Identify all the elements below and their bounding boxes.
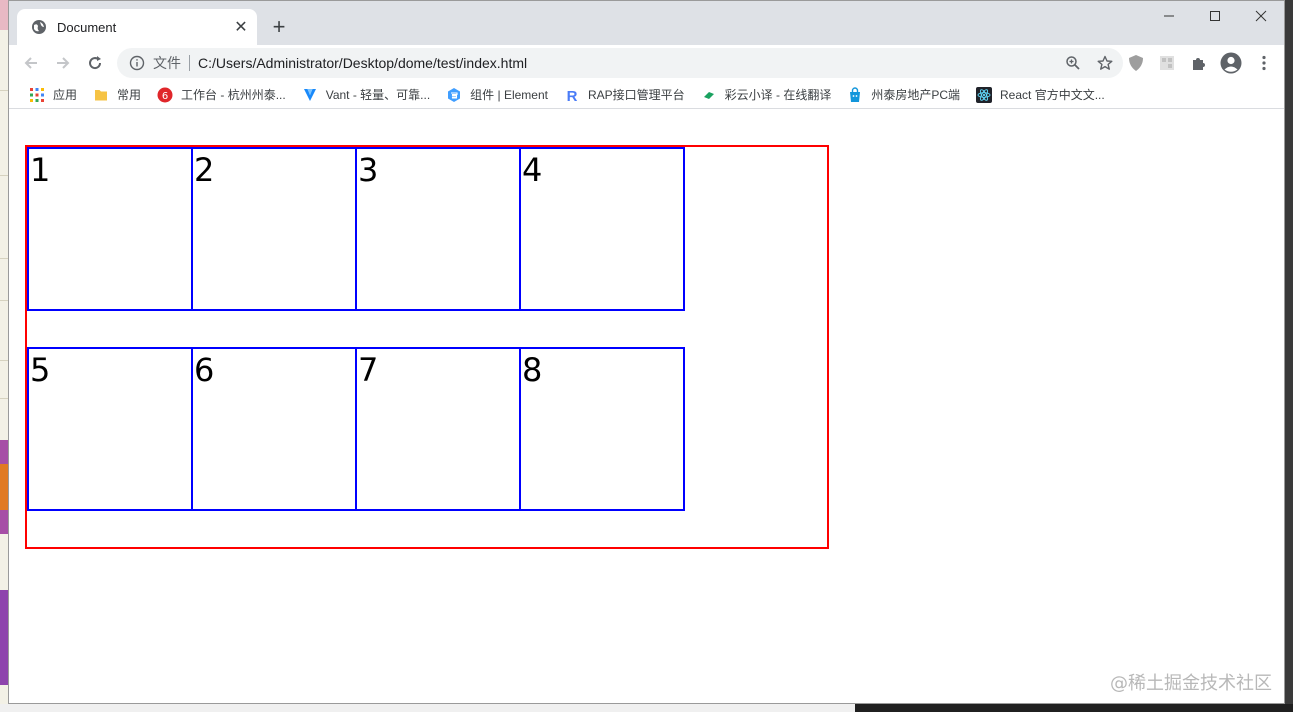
close-window-button[interactable] bbox=[1238, 1, 1284, 31]
bookmark-element[interactable]: 组件 | Element bbox=[438, 83, 556, 107]
reload-button[interactable] bbox=[81, 49, 109, 77]
bookmark-label: Vant - 轻量、可靠... bbox=[325, 88, 431, 102]
menu-kebab-icon[interactable] bbox=[1250, 49, 1278, 77]
new-tab-button[interactable]: + bbox=[267, 14, 291, 39]
background-window-edge bbox=[0, 0, 8, 712]
zoom-icon[interactable] bbox=[1059, 49, 1087, 77]
qr-extension-icon[interactable] bbox=[1153, 49, 1181, 77]
react-icon bbox=[976, 86, 993, 103]
bookmark-label: 彩云小译 - 在线翻译 bbox=[724, 88, 832, 102]
profile-avatar-icon[interactable] bbox=[1217, 49, 1245, 77]
bookmark-label: React 官方中文文... bbox=[1000, 88, 1105, 102]
bookmark-workbench[interactable]: 6 工作台 - 杭州州泰... bbox=[149, 83, 294, 107]
shield-extension-icon[interactable] bbox=[1122, 49, 1150, 77]
tab-title: Document bbox=[57, 19, 117, 35]
grid-cell-2: 2 bbox=[191, 147, 357, 311]
bookmark-label: 常用 bbox=[117, 88, 142, 102]
svg-text:6: 6 bbox=[162, 91, 168, 102]
maximize-button[interactable] bbox=[1192, 1, 1238, 31]
bookmarks-bar: 应用 常用 6 工作台 - 杭州州泰... Vant - 轻量、可靠... 组件… bbox=[9, 81, 1284, 109]
cell-number: 4 bbox=[522, 151, 543, 189]
browser-window: Document ✕ + 文件 C:/Users/Administrator/D… bbox=[8, 0, 1285, 704]
close-tab-icon[interactable]: ✕ bbox=[231, 17, 251, 37]
bookmark-zhoutai[interactable]: 州泰房地产PC端 bbox=[839, 83, 968, 107]
cell-number: 1 bbox=[30, 151, 51, 189]
bookmark-label: 组件 | Element bbox=[470, 88, 548, 102]
folder-icon bbox=[93, 87, 109, 103]
grid-cell-1: 1 bbox=[27, 147, 193, 311]
rap-icon: R bbox=[564, 87, 580, 103]
grid-cell-3: 3 bbox=[355, 147, 521, 311]
tab-strip: Document ✕ + bbox=[9, 1, 1284, 45]
taskbar-edge bbox=[0, 704, 1293, 712]
cell-number: 5 bbox=[30, 351, 51, 389]
workbench-icon: 6 bbox=[157, 87, 173, 103]
minimize-button[interactable] bbox=[1146, 1, 1192, 31]
address-divider bbox=[189, 55, 190, 71]
bookmark-star-icon[interactable] bbox=[1091, 49, 1119, 77]
scheme-label: 文件 bbox=[153, 55, 181, 71]
grid-cell-6: 6 bbox=[191, 347, 357, 511]
url-text[interactable]: C:/Users/Administrator/Desktop/dome/test… bbox=[198, 55, 1059, 71]
bookmark-caiyun[interactable]: 彩云小译 - 在线翻译 bbox=[693, 83, 840, 107]
bookmark-rap[interactable]: R RAP接口管理平台 bbox=[556, 83, 693, 107]
flex-container: 1 2 3 4 5 6 7 8 bbox=[25, 145, 829, 549]
page-content: 1 2 3 4 5 6 7 8 @稀土掘金技术社区 bbox=[9, 112, 1284, 703]
toolbar: 文件 C:/Users/Administrator/Desktop/dome/t… bbox=[9, 45, 1284, 79]
grid-cell-7: 7 bbox=[355, 347, 521, 511]
bookmark-label: RAP接口管理平台 bbox=[587, 88, 685, 102]
puzzle-extensions-icon[interactable] bbox=[1185, 49, 1213, 77]
svg-text:R: R bbox=[567, 88, 578, 103]
vant-icon bbox=[302, 87, 318, 103]
cell-number: 2 bbox=[194, 151, 215, 189]
globe-icon bbox=[31, 19, 47, 35]
back-button[interactable] bbox=[17, 49, 45, 77]
bookmark-label: 州泰房地产PC端 bbox=[871, 88, 961, 102]
bookmark-react[interactable]: React 官方中文文... bbox=[968, 83, 1113, 107]
cell-number: 6 bbox=[194, 351, 215, 389]
bag-icon bbox=[847, 86, 863, 103]
bookmark-vant[interactable]: Vant - 轻量、可靠... bbox=[294, 83, 438, 107]
bookmark-apps[interactable]: 应用 bbox=[21, 83, 85, 107]
address-bar[interactable]: 文件 C:/Users/Administrator/Desktop/dome/t… bbox=[117, 48, 1123, 78]
cell-number: 8 bbox=[522, 351, 543, 389]
element-icon bbox=[446, 87, 462, 103]
caiyun-icon bbox=[701, 87, 717, 103]
watermark: @稀土掘金技术社区 bbox=[1110, 673, 1272, 694]
apps-grid-icon bbox=[29, 87, 45, 103]
grid-cell-8: 8 bbox=[519, 347, 685, 511]
bookmark-label: 工作台 - 杭州州泰... bbox=[181, 88, 286, 102]
bookmark-folder-common[interactable]: 常用 bbox=[85, 83, 149, 107]
tab-document[interactable]: Document ✕ bbox=[17, 9, 257, 45]
cell-number: 7 bbox=[358, 351, 379, 389]
grid-cell-5: 5 bbox=[27, 347, 193, 511]
info-icon[interactable] bbox=[129, 55, 145, 71]
bookmark-label: 应用 bbox=[53, 88, 78, 102]
grid-cell-4: 4 bbox=[519, 147, 685, 311]
cell-number: 3 bbox=[358, 151, 379, 189]
forward-button[interactable] bbox=[49, 49, 77, 77]
